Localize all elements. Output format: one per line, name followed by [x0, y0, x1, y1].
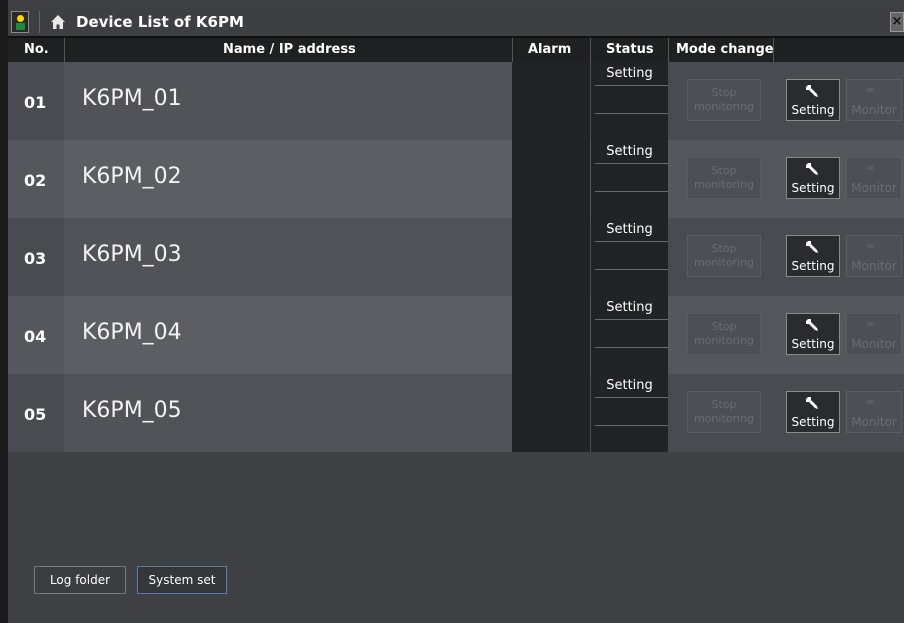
stop-monitoring-button[interactable]: Stop monitoring	[687, 157, 761, 199]
infinity-icon: ∞	[866, 239, 876, 252]
monitor-button[interactable]: ∞ Monitor	[846, 157, 902, 199]
title-bar: Device List of K6PM ×	[8, 8, 904, 38]
status-cell: Setting	[591, 218, 668, 296]
monitor-label: Monitor	[851, 415, 897, 429]
setting-button[interactable]: Setting	[786, 391, 840, 433]
header-no: No.	[24, 42, 49, 57]
header-mode-change: Mode change	[676, 42, 774, 57]
setting-button[interactable]: Setting	[786, 157, 840, 199]
setting-button[interactable]: Setting	[786, 235, 840, 277]
setting-label: Setting	[791, 415, 835, 429]
title-separator	[39, 11, 40, 33]
device-name: K6PM_04	[82, 320, 182, 345]
status-text: Setting	[606, 66, 653, 81]
setting-label: Setting	[791, 181, 835, 195]
monitor-label: Monitor	[851, 181, 897, 195]
app-logo-icon	[11, 11, 29, 33]
device-name: K6PM_05	[82, 398, 182, 423]
monitor-button[interactable]: ∞ Monitor	[846, 235, 902, 277]
row-number: 02	[24, 171, 47, 190]
home-icon[interactable]	[50, 14, 66, 30]
header-alarm: Alarm	[528, 42, 572, 57]
stop-monitoring-button[interactable]: Stop monitoring	[687, 391, 761, 433]
setting-label: Setting	[791, 337, 835, 351]
log-folder-button[interactable]: Log folder	[34, 566, 126, 594]
monitor-label: Monitor	[851, 259, 897, 273]
wrench-icon	[806, 85, 818, 97]
header-name: Name / IP address	[223, 42, 356, 57]
status-cell: Setting	[591, 296, 668, 374]
alarm-cell	[512, 140, 590, 218]
monitor-button[interactable]: ∞ Monitor	[846, 313, 902, 355]
device-name: K6PM_02	[82, 164, 182, 189]
status-text: Setting	[606, 222, 653, 237]
wrench-icon	[806, 163, 818, 175]
infinity-icon: ∞	[866, 395, 876, 408]
wrench-icon	[806, 241, 818, 253]
window-title: Device List of K6PM	[76, 13, 244, 31]
table-row: 01 K6PM_01 Setting Stop monitoring Setti…	[8, 62, 904, 140]
infinity-icon: ∞	[866, 161, 876, 174]
system-set-button[interactable]: System set	[137, 566, 227, 594]
status-text: Setting	[606, 378, 653, 393]
row-number: 01	[24, 93, 47, 112]
header-status: Status	[606, 42, 654, 57]
table-header: No. Name / IP address Alarm Status Mode …	[8, 38, 904, 62]
alarm-cell	[512, 218, 590, 296]
row-number: 03	[24, 249, 47, 268]
setting-label: Setting	[791, 259, 835, 273]
status-cell: Setting	[591, 140, 668, 218]
wrench-icon	[806, 319, 818, 331]
status-cell: Setting	[591, 374, 668, 452]
stop-monitoring-button[interactable]: Stop monitoring	[687, 235, 761, 277]
monitor-button[interactable]: ∞ Monitor	[846, 391, 902, 433]
table-row: 04 K6PM_04 Setting Stop monitoring Setti…	[8, 296, 904, 374]
infinity-icon: ∞	[866, 317, 876, 330]
monitor-label: Monitor	[851, 337, 897, 351]
row-number: 04	[24, 327, 47, 346]
monitor-button[interactable]: ∞ Monitor	[846, 79, 902, 121]
setting-label: Setting	[791, 103, 835, 117]
stop-monitoring-button[interactable]: Stop monitoring	[687, 313, 761, 355]
status-cell: Setting	[591, 62, 668, 140]
status-text: Setting	[606, 144, 653, 159]
table-row: 05 K6PM_05 Setting Stop monitoring Setti…	[8, 374, 904, 452]
alarm-cell	[512, 296, 590, 374]
close-button[interactable]: ×	[890, 12, 904, 32]
device-name: K6PM_03	[82, 242, 182, 267]
stop-monitoring-button[interactable]: Stop monitoring	[687, 79, 761, 121]
infinity-icon: ∞	[866, 83, 876, 96]
window-left-frame	[0, 0, 8, 623]
device-name: K6PM_01	[82, 86, 182, 111]
alarm-cell	[512, 62, 590, 140]
setting-button[interactable]: Setting	[786, 313, 840, 355]
setting-button[interactable]: Setting	[786, 79, 840, 121]
row-number: 05	[24, 405, 47, 424]
table-row: 03 K6PM_03 Setting Stop monitoring Setti…	[8, 218, 904, 296]
monitor-label: Monitor	[851, 103, 897, 117]
status-text: Setting	[606, 300, 653, 315]
wrench-icon	[806, 397, 818, 409]
alarm-cell	[512, 374, 590, 452]
table-row: 02 K6PM_02 Setting Stop monitoring Setti…	[8, 140, 904, 218]
